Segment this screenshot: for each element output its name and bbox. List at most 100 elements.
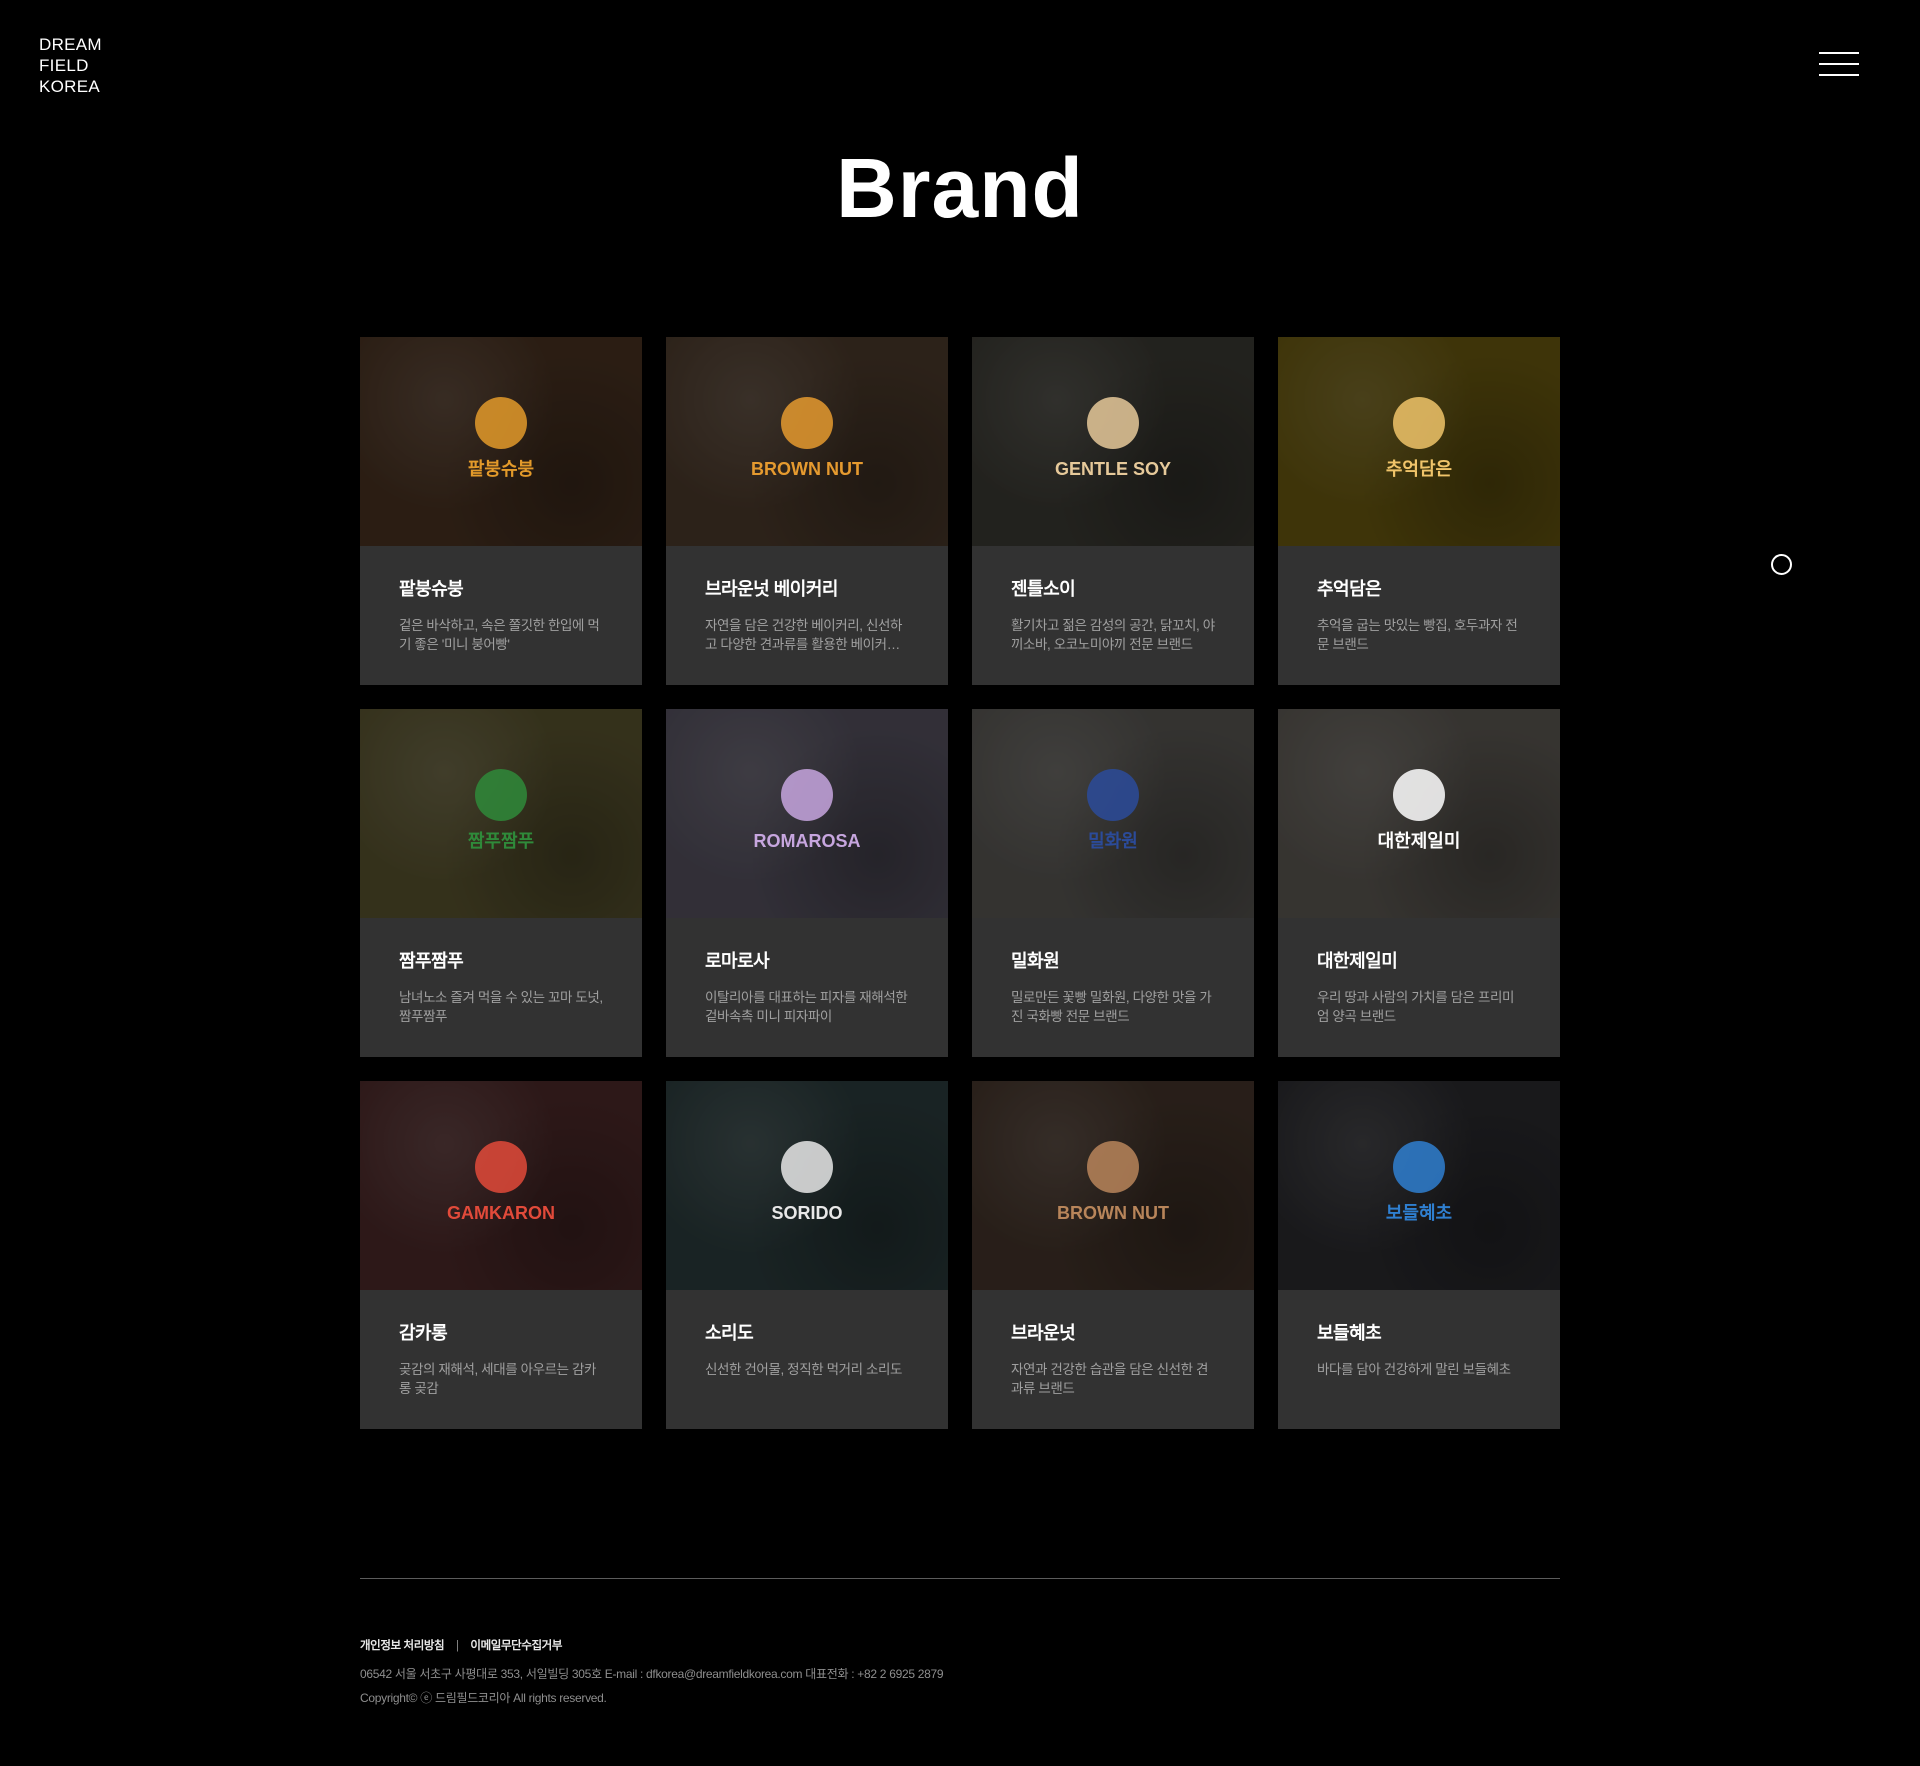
brand-description: 활기차고 젊은 감성의 공간, 닭꼬치, 야끼소바, 오코노미야끼 전문 브랜드 (1011, 618, 1215, 652)
footer-divider (360, 1578, 1560, 1579)
brand-image: 보들혜초 (1278, 1081, 1560, 1290)
brand-logo-text: GENTLE SOY (1055, 459, 1171, 479)
brand-logo-text: 보들혜초 (1386, 1203, 1452, 1223)
brand-logo-icon: 대한제일미 (1378, 769, 1461, 851)
brand-logo-icon: 팥붕슈붕 (468, 397, 534, 479)
brand-card-body: 팥붕슈붕겉은 바삭하고, 속은 쫄깃한 한입에 먹기 좋은 '미니 붕어빵' (360, 546, 642, 654)
logo-line: KOREA (39, 77, 101, 96)
footer-links: 개인정보 처리방침 | 이메일무단수집거부 (360, 1637, 562, 1653)
brand-card-body: 보들혜초바다를 담아 건강하게 말린 보들혜초 (1278, 1290, 1560, 1379)
brand-image: 짬푸짬푸 (360, 709, 642, 918)
brand-card[interactable]: ROMAROSA 로마로사이탈리아를 대표하는 피자를 재해석한 겉바속촉 미니 … (666, 709, 948, 1057)
brand-name: 추억담은 (1317, 579, 1382, 599)
brand-description: 이탈리아를 대표하는 피자를 재해석한 겉바속촉 미니 피자파이 (705, 990, 908, 1024)
brand-card[interactable]: 추억담은 추억담은 추억을 굽는 맛있는 빵집, 호두과자 전문 브랜드 (1278, 337, 1560, 685)
brand-logo-icon: SORIDO (771, 1141, 843, 1223)
brand-card[interactable]: 보들혜초 보들혜초 바다를 담아 건강하게 말린 보들혜초 (1278, 1081, 1560, 1429)
brand-logo-icon: GENTLE SOY (1055, 397, 1171, 479)
privacy-policy-link[interactable]: 개인정보 처리방침 (360, 1640, 445, 1652)
brand-logo-icon: BROWN NUT (1057, 1141, 1169, 1223)
brand-card[interactable]: SORIDO 소리도신선한 건어물, 정직한 먹거리 소리도 (666, 1081, 948, 1429)
brand-card-body: 로마로사이탈리아를 대표하는 피자를 재해석한 겉바속촉 미니 피자파이 (666, 918, 948, 1026)
menu-bar (1819, 63, 1859, 65)
brand-logo-icon: GAMKARON (447, 1141, 555, 1223)
brand-card[interactable]: GAMKARON 감카롱곶감의 재해석, 세대를 아우르는 감카롱 곶감 (360, 1081, 642, 1429)
footer-copyright: Copyright© ⓔ 드림필드코리아 All rights reserved… (360, 1691, 607, 1705)
brand-logo-text: BROWN NUT (751, 459, 863, 479)
brand-name: 브라운넛 (1011, 1323, 1076, 1343)
brand-image: GAMKARON (360, 1081, 642, 1290)
brand-logo-icon: 보들혜초 (1386, 1141, 1452, 1223)
brand-logo-text: 대한제일미 (1378, 831, 1461, 851)
brand-card[interactable]: 대한제일미 대한제일미 우리 땅과 사람의 가치를 담은 프리미엄 양곡 브랜드 (1278, 709, 1560, 1057)
brand-image: 팥붕슈붕 (360, 337, 642, 546)
brand-name: 보들혜초 (1317, 1323, 1382, 1343)
email-refusal-link[interactable]: 이메일무단수집거부 (470, 1640, 562, 1652)
brand-logo-text: 밀화원 (1088, 831, 1138, 851)
menu-bar (1819, 74, 1859, 76)
brand-description: 자연과 건강한 습관을 담은 신선한 견과류 브랜드 (1011, 1362, 1209, 1396)
brand-image: 밀화원 (972, 709, 1254, 918)
brand-card[interactable]: 밀화원 밀화원 밀로만든 꽃빵 밀화원, 다양한 맛을 가진 국화빵 전문 브랜드 (972, 709, 1254, 1057)
brand-card-body: 감카롱곶감의 재해석, 세대를 아우르는 감카롱 곶감 (360, 1290, 642, 1398)
brand-card[interactable]: BROWN NUT 브라운넛자연과 건강한 습관을 담은 신선한 견과류 브랜드 (972, 1081, 1254, 1429)
brand-image: ROMAROSA (666, 709, 948, 918)
brand-name: 브라운넛 베이커리 (705, 579, 838, 599)
brand-card[interactable]: GENTLE SOY 젠틀소이활기차고 젊은 감성의 공간, 닭꼬치, 야끼소바,… (972, 337, 1254, 685)
brand-logo-text: ROMAROSA (754, 831, 861, 851)
brand-name: 젠틀소이 (1011, 579, 1076, 599)
brand-name: 짬푸짬푸 (399, 951, 464, 971)
brand-description: 곶감의 재해석, 세대를 아우르는 감카롱 곶감 (399, 1362, 597, 1396)
brand-logo-icon: 추억담은 (1386, 397, 1452, 479)
brand-logo-text: SORIDO (771, 1203, 842, 1223)
brand-card-body: 짬푸짬푸남녀노소 즐겨 먹을 수 있는 꼬마 도넛, 짬푸짬푸 (360, 918, 642, 1026)
brand-card[interactable]: 팥붕슈붕 팥붕슈붕 겉은 바삭하고, 속은 쫄깃한 한입에 먹기 좋은 '미니 붕어… (360, 337, 642, 685)
brand-card-body: 젠틀소이활기차고 젊은 감성의 공간, 닭꼬치, 야끼소바, 오코노미야끼 전문… (972, 546, 1254, 654)
brand-description: 우리 땅과 사람의 가치를 담은 프리미엄 양곡 브랜드 (1317, 990, 1515, 1024)
logo-line: DREAM (39, 35, 102, 54)
brand-logo-text: 추억담은 (1386, 459, 1452, 479)
footer-address: 06542 서울 서초구 사평대로 353, 서일빌딩 305호 E-mail … (360, 1667, 944, 1681)
brand-name: 대한제일미 (1317, 951, 1398, 971)
brand-card-body: 브라운넛자연과 건강한 습관을 담은 신선한 견과류 브랜드 (972, 1290, 1254, 1398)
brand-logo-icon: 밀화원 (1087, 769, 1139, 851)
brand-name: 팥붕슈붕 (399, 579, 464, 599)
brand-card-body: 소리도신선한 건어물, 정직한 먹거리 소리도 (666, 1290, 948, 1379)
brand-card[interactable]: BROWN NUT 브라운넛 베이커리자연을 담은 건강한 베이커리, 신선하고 … (666, 337, 948, 685)
menu-bar (1819, 52, 1859, 54)
brand-card-body: 브라운넛 베이커리자연을 담은 건강한 베이커리, 신선하고 다양한 견과류를 … (666, 546, 948, 654)
brand-description: 자연을 담은 건강한 베이커리, 신선하고 다양한 견과류를 활용한 베이커리 … (705, 618, 903, 652)
brand-description: 겉은 바삭하고, 속은 쫄깃한 한입에 먹기 좋은 '미니 붕어빵' (399, 618, 600, 652)
link-separator: | (456, 1640, 459, 1652)
brand-image: SORIDO (666, 1081, 948, 1290)
brand-description: 신선한 건어물, 정직한 먹거리 소리도 (705, 1362, 903, 1377)
brand-image: 추억담은 (1278, 337, 1560, 546)
brand-description: 밀로만든 꽃빵 밀화원, 다양한 맛을 가진 국화빵 전문 브랜드 (1011, 990, 1212, 1024)
brand-card-body: 밀화원밀로만든 꽃빵 밀화원, 다양한 맛을 가진 국화빵 전문 브랜드 (972, 918, 1254, 1026)
brand-logo-icon: BROWN NUT (751, 397, 863, 479)
brand-logo-text: BROWN NUT (1057, 1203, 1169, 1223)
brand-name: 감카롱 (399, 1323, 448, 1343)
brand-card[interactable]: 짬푸짬푸 짬푸짬푸 남녀노소 즐겨 먹을 수 있는 꼬마 도넛, 짬푸짬푸 (360, 709, 642, 1057)
brand-name: 밀화원 (1011, 951, 1060, 971)
logo-line: FIELD (39, 56, 89, 75)
brand-description: 추억을 굽는 맛있는 빵집, 호두과자 전문 브랜드 (1317, 618, 1518, 652)
brand-logo-text: 팥붕슈붕 (468, 459, 534, 479)
site-logo[interactable]: DREAM FIELD KOREA (39, 34, 102, 97)
brand-description: 남녀노소 즐겨 먹을 수 있는 꼬마 도넛, 짬푸짬푸 (399, 990, 603, 1024)
brand-image: 대한제일미 (1278, 709, 1560, 918)
page-title: Brand (836, 141, 1084, 235)
brand-logo-icon: ROMAROSA (754, 769, 861, 851)
brand-name: 로마로사 (705, 951, 770, 971)
brand-card-body: 대한제일미우리 땅과 사람의 가치를 담은 프리미엄 양곡 브랜드 (1278, 918, 1560, 1026)
brand-name: 소리도 (705, 1323, 754, 1343)
brand-card-body: 추억담은추억을 굽는 맛있는 빵집, 호두과자 전문 브랜드 (1278, 546, 1560, 654)
brand-grid: 팥붕슈붕 팥붕슈붕 겉은 바삭하고, 속은 쫄깃한 한입에 먹기 좋은 '미니 붕어… (360, 337, 1560, 1429)
cursor-circle-icon (1771, 554, 1792, 575)
brand-logo-text: 짬푸짬푸 (468, 831, 534, 851)
brand-image: BROWN NUT (666, 337, 948, 546)
brand-image: GENTLE SOY (972, 337, 1254, 546)
hamburger-menu-icon[interactable] (1819, 50, 1859, 80)
brand-logo-icon: 짬푸짬푸 (468, 769, 534, 851)
brand-description: 바다를 담아 건강하게 말린 보들혜초 (1317, 1362, 1511, 1377)
